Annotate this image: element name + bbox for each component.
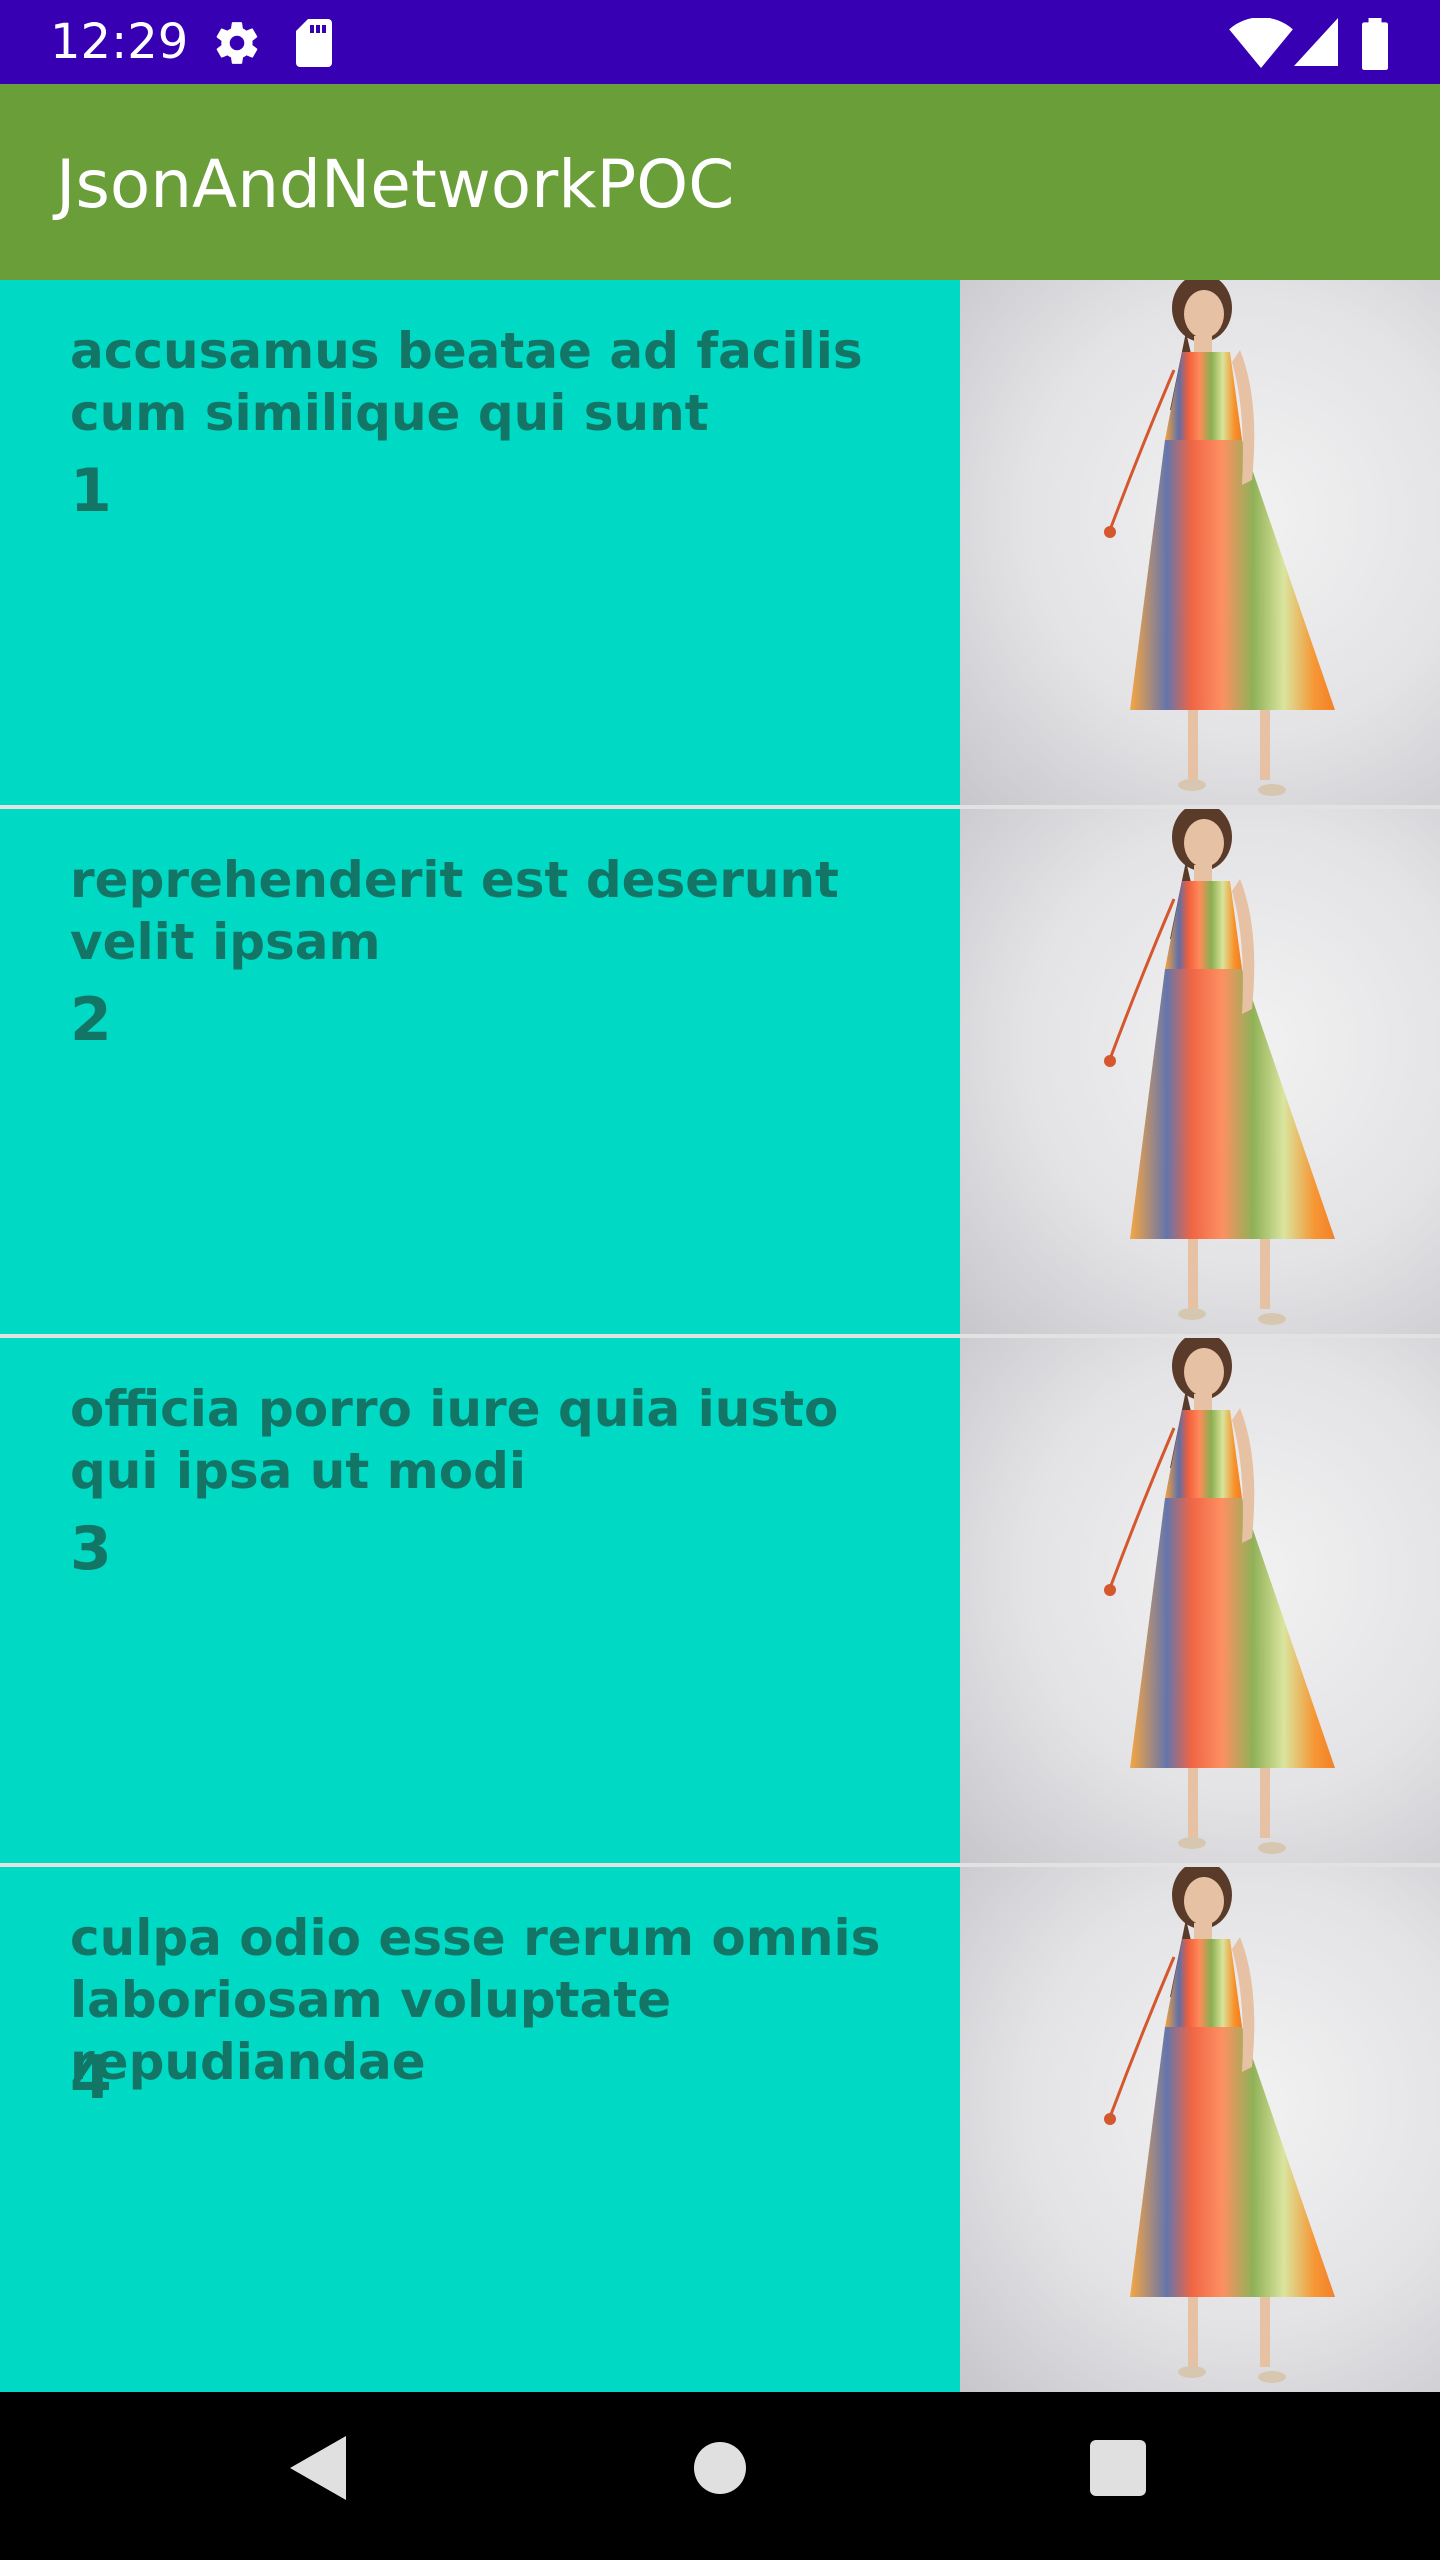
dress-photo [960, 280, 1440, 805]
list-item-id: 3 [70, 1514, 112, 1584]
list-item-id: 1 [70, 456, 112, 526]
back-icon[interactable] [290, 2436, 346, 2500]
list-item[interactable]: officia porro iure quia iusto qui ipsa u… [0, 1338, 1440, 1863]
dress-illustration [1104, 280, 1335, 796]
dress-illustration [1104, 1867, 1335, 2383]
list-item-id: 2 [70, 985, 112, 1055]
dress-photo [960, 809, 1440, 1334]
list-item-text-area: accusamus beatae ad facilis cum similiqu… [0, 280, 960, 805]
list-item-text-area: officia porro iure quia iusto qui ipsa u… [0, 1338, 960, 1863]
item-list[interactable]: accusamus beatae ad facilis cum similiqu… [0, 280, 1440, 2392]
sd-card-icon [296, 19, 332, 67]
dress-photo [960, 1867, 1440, 2392]
app-title: JsonAndNetworkPOC [56, 146, 735, 223]
list-item-id: 4 [70, 2043, 112, 2113]
home-icon[interactable] [694, 2442, 746, 2494]
battery-icon [1362, 18, 1388, 70]
list-item-title: reprehenderit est deserunt velit ipsam [70, 851, 839, 971]
signal-icon [1294, 18, 1338, 66]
dress-photo [960, 1338, 1440, 1863]
list-item-text-area: culpa odio esse rerum omnis laboriosam v… [0, 1867, 960, 2392]
dress-illustration [1104, 809, 1335, 1325]
list-item-title: officia porro iure quia iusto qui ipsa u… [70, 1380, 839, 1500]
list-item[interactable]: culpa odio esse rerum omnis laboriosam v… [0, 1867, 1440, 2392]
list-item-title: culpa odio esse rerum omnis laboriosam v… [70, 1909, 881, 2091]
gear-icon [216, 22, 258, 64]
dress-illustration [1104, 1338, 1335, 1854]
list-item-text-area: reprehenderit est deserunt velit ipsam 2 [0, 809, 960, 1334]
wifi-icon [1229, 18, 1293, 68]
status-bar: 12:29 [0, 0, 1440, 84]
recents-icon[interactable] [1090, 2440, 1146, 2496]
list-item[interactable]: reprehenderit est deserunt velit ipsam 2 [0, 809, 1440, 1334]
list-item-title: accusamus beatae ad facilis cum similiqu… [70, 322, 863, 442]
status-time: 12:29 [50, 14, 189, 70]
app-bar: JsonAndNetworkPOC [0, 84, 1440, 280]
list-item[interactable]: accusamus beatae ad facilis cum similiqu… [0, 280, 1440, 805]
navigation-bar [0, 2392, 1440, 2560]
